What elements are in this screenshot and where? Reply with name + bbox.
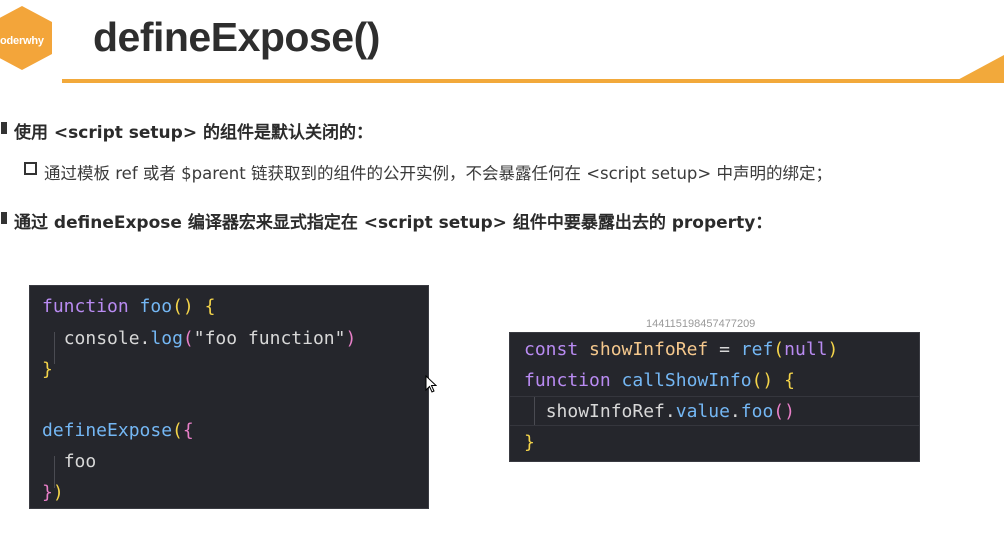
code-line-1: const showInfoRef = ref(null): [524, 339, 838, 360]
code-line-2: function callShowInfo() {: [524, 370, 795, 391]
sub-bullet-1: 通过模板 ref 或者 $parent 链获取到的组件的公开实例，不会暴露任何在…: [44, 164, 832, 183]
token-bracket: (: [773, 339, 785, 360]
token-variable: showInfoRef: [589, 339, 709, 360]
token-bracket: ): [52, 482, 64, 503]
token-bracket: {: [784, 370, 795, 391]
token-operator: =: [719, 339, 730, 360]
mouse-pointer-icon: [425, 375, 437, 393]
code-line-3: showInfoRef.value.foo(): [524, 401, 795, 422]
token-identifier: showInfoRef.: [545, 401, 676, 422]
token-function: defineExpose: [42, 420, 173, 441]
token-identifier: foo: [63, 451, 97, 472]
token-bracket: {: [182, 420, 194, 441]
token-function: log: [150, 328, 183, 349]
token-identifier: console.: [63, 328, 151, 349]
logo-text: oderwhy: [0, 35, 44, 47]
bullet-square-icon: [1, 212, 7, 224]
token-bracket: (: [182, 328, 194, 349]
code-line-3: }: [42, 359, 53, 380]
bullet-1: 使用 <script setup> 的组件是默认关闭的：: [14, 123, 373, 143]
code-line-5: defineExpose({: [42, 420, 194, 441]
header-divider: [62, 79, 1004, 83]
token-bracket: (): [172, 296, 194, 317]
bullet-square-icon: [1, 122, 7, 134]
token-function: foo: [740, 401, 774, 422]
token-string: "foo function": [193, 328, 346, 349]
sub-bullet-square-icon: [24, 162, 37, 175]
token-keyword: function: [42, 296, 129, 317]
token-bracket: {: [204, 296, 216, 317]
token-bracket: }: [524, 432, 535, 453]
corner-triangle-icon: [952, 55, 1004, 83]
code-line-4: }: [524, 432, 535, 453]
token-bracket: (): [751, 370, 774, 391]
bullet-2: 通过 defineExpose 编译器宏来显式指定在 <script setup…: [14, 213, 773, 233]
token-bracket: ): [345, 328, 357, 349]
token-bracket: }: [42, 482, 53, 503]
token-bracket: (): [773, 401, 795, 422]
code-line-1: function foo() {: [42, 296, 215, 317]
token-bracket: ): [827, 339, 839, 360]
token-function: ref: [740, 339, 774, 360]
watermark-id: 144115198457477209: [646, 318, 756, 330]
token-property: value: [675, 401, 730, 422]
token-function: callShowInfo: [621, 370, 752, 391]
token-keyword: const: [524, 339, 579, 360]
page-title: defineExpose(): [93, 14, 380, 60]
token-function: foo: [139, 296, 173, 317]
token-punctuation: .: [729, 401, 741, 422]
token-keyword: function: [524, 370, 611, 391]
code-line-2: console.log("foo function"): [42, 328, 357, 349]
token-bracket: (: [172, 420, 183, 441]
code-line-6: foo: [42, 451, 97, 472]
code-line-7: }): [42, 482, 64, 503]
token-bracket: }: [42, 359, 53, 380]
token-null: null: [784, 339, 828, 360]
code-block-call-show-info: const showInfoRef = ref(null) function c…: [509, 332, 920, 462]
code-block-define-expose: function foo() { console.log("foo functi…: [29, 285, 429, 509]
